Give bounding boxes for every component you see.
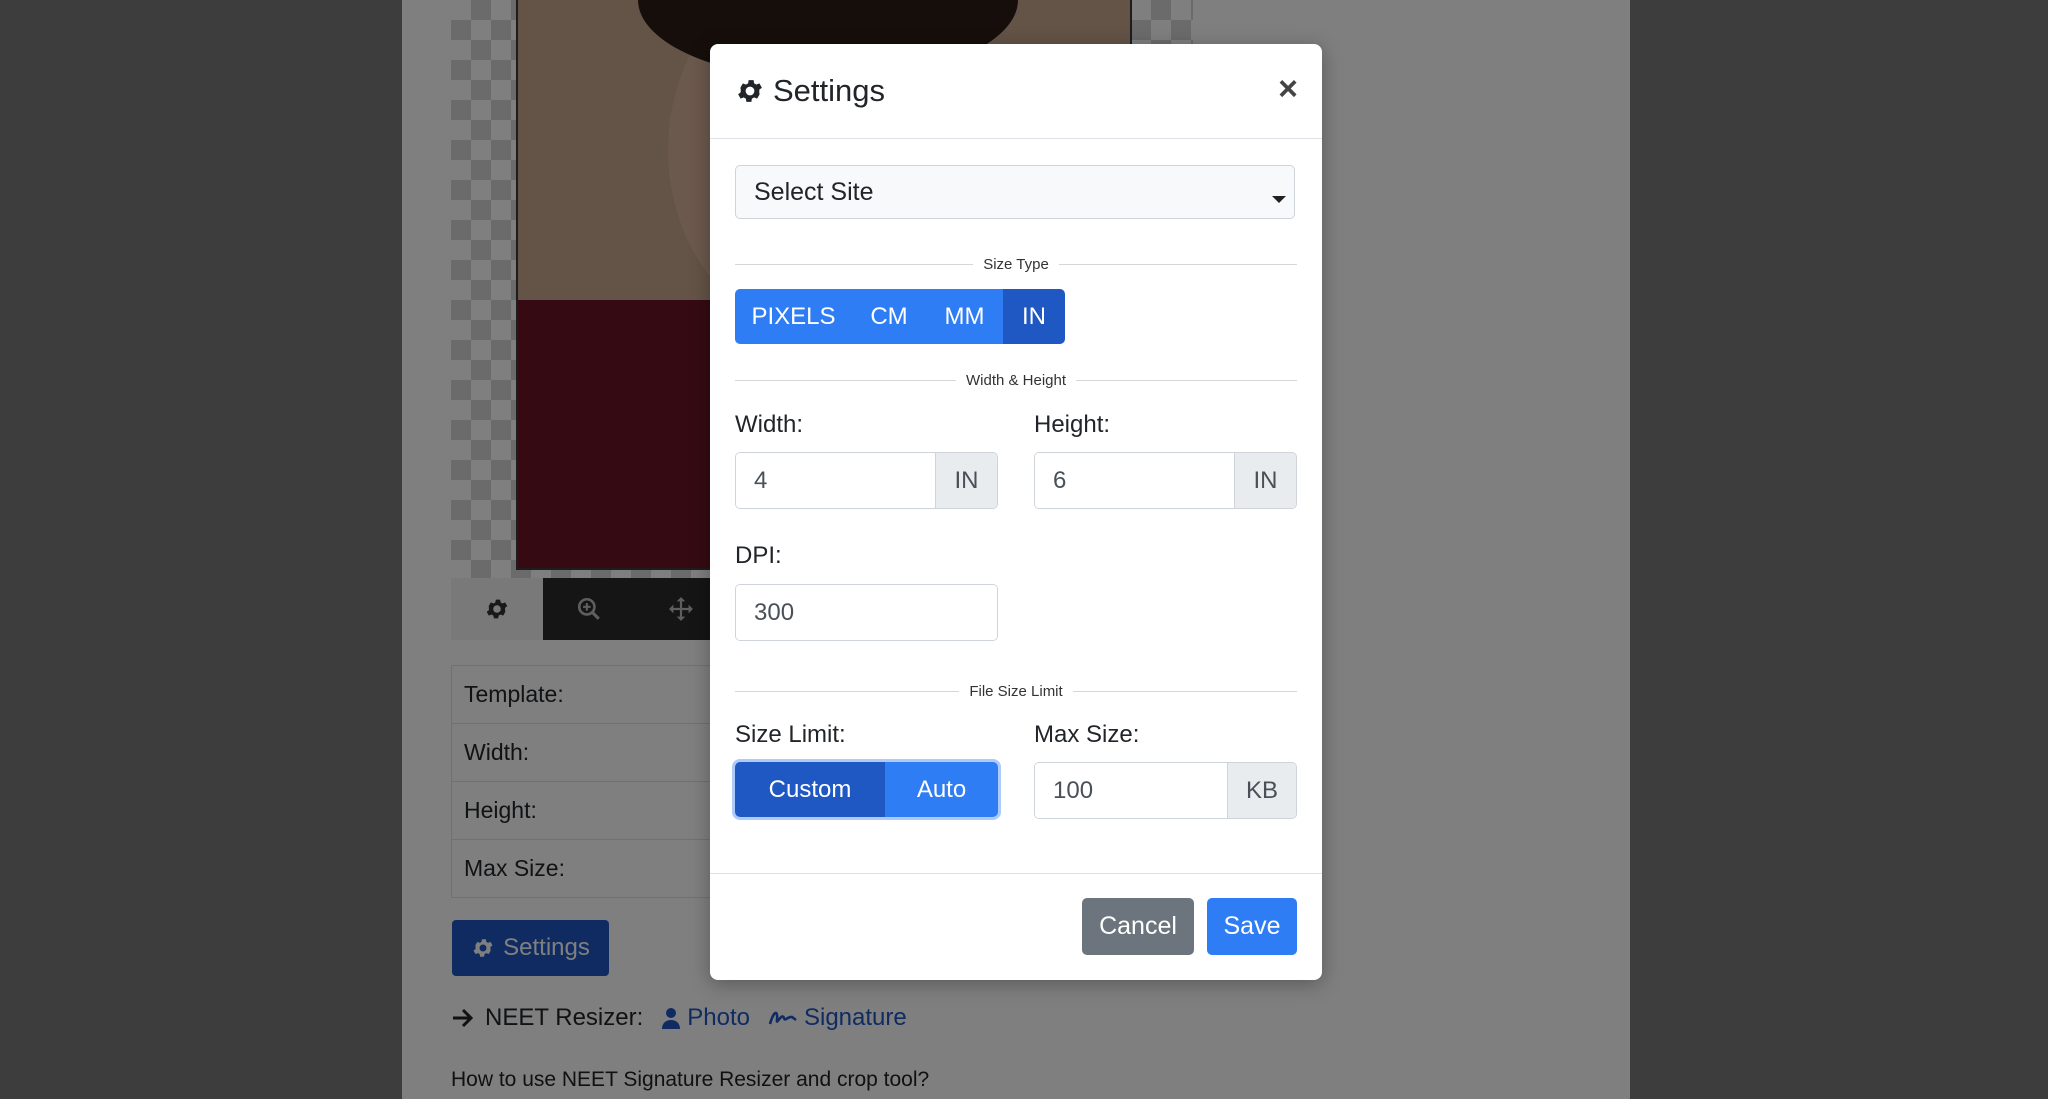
close-icon[interactable]: × <box>1278 72 1298 106</box>
width-unit: IN <box>935 453 997 508</box>
width-height-divider: Width & Height <box>735 370 1297 390</box>
modal-body: Select Site Size Type PIXELS CM MM IN Wi… <box>710 139 1322 874</box>
width-height-label: Width & Height <box>965 371 1067 389</box>
dpi-label: DPI: <box>735 542 782 569</box>
settings-modal: Settings × Select Site Size Type PIXELS … <box>710 44 1322 980</box>
height-label: Height: <box>1034 411 1111 438</box>
save-button[interactable]: Save <box>1207 898 1297 955</box>
modal-footer: Cancel Save <box>710 873 1322 980</box>
chevron-down-icon <box>1272 196 1286 203</box>
cancel-button[interactable]: Cancel <box>1082 898 1194 955</box>
dpi-input[interactable]: 300 <box>736 585 997 640</box>
max-size-unit: KB <box>1227 763 1296 818</box>
max-size-label: Max Size: <box>1034 721 1140 748</box>
width-input[interactable]: 4 <box>736 453 935 508</box>
size-type-mm[interactable]: MM <box>926 289 1003 344</box>
height-input[interactable]: 6 <box>1035 453 1234 508</box>
size-type-group: PIXELS CM MM IN <box>735 289 1065 344</box>
select-site-value: Select Site <box>754 177 874 206</box>
size-type-label: Size Type <box>983 255 1049 273</box>
size-limit-label: Size Limit: <box>735 721 846 748</box>
size-limit-group: Custom Auto <box>735 762 998 817</box>
max-size-input-group: 100 KB <box>1034 762 1297 819</box>
max-size-input[interactable]: 100 <box>1035 763 1227 818</box>
modal-title-text: Settings <box>773 73 886 108</box>
height-unit: IN <box>1234 453 1296 508</box>
size-type-pixels[interactable]: PIXELS <box>735 289 852 344</box>
height-input-group: 6 IN <box>1034 452 1297 509</box>
dpi-input-group: 300 <box>735 584 998 641</box>
modal-title: Settings <box>735 73 885 109</box>
size-limit-custom[interactable]: Custom <box>735 762 885 817</box>
gear-icon <box>738 80 762 102</box>
size-type-divider: Size Type <box>735 254 1297 274</box>
size-limit-auto[interactable]: Auto <box>885 762 998 817</box>
size-type-in[interactable]: IN <box>1003 289 1065 344</box>
file-size-limit-divider: File Size Limit <box>735 681 1297 701</box>
modal-header: Settings × <box>710 44 1322 139</box>
size-type-cm[interactable]: CM <box>852 289 926 344</box>
width-label: Width: <box>735 411 804 438</box>
select-site-dropdown[interactable]: Select Site <box>735 165 1295 219</box>
file-size-limit-label: File Size Limit <box>969 682 1063 700</box>
width-input-group: 4 IN <box>735 452 998 509</box>
